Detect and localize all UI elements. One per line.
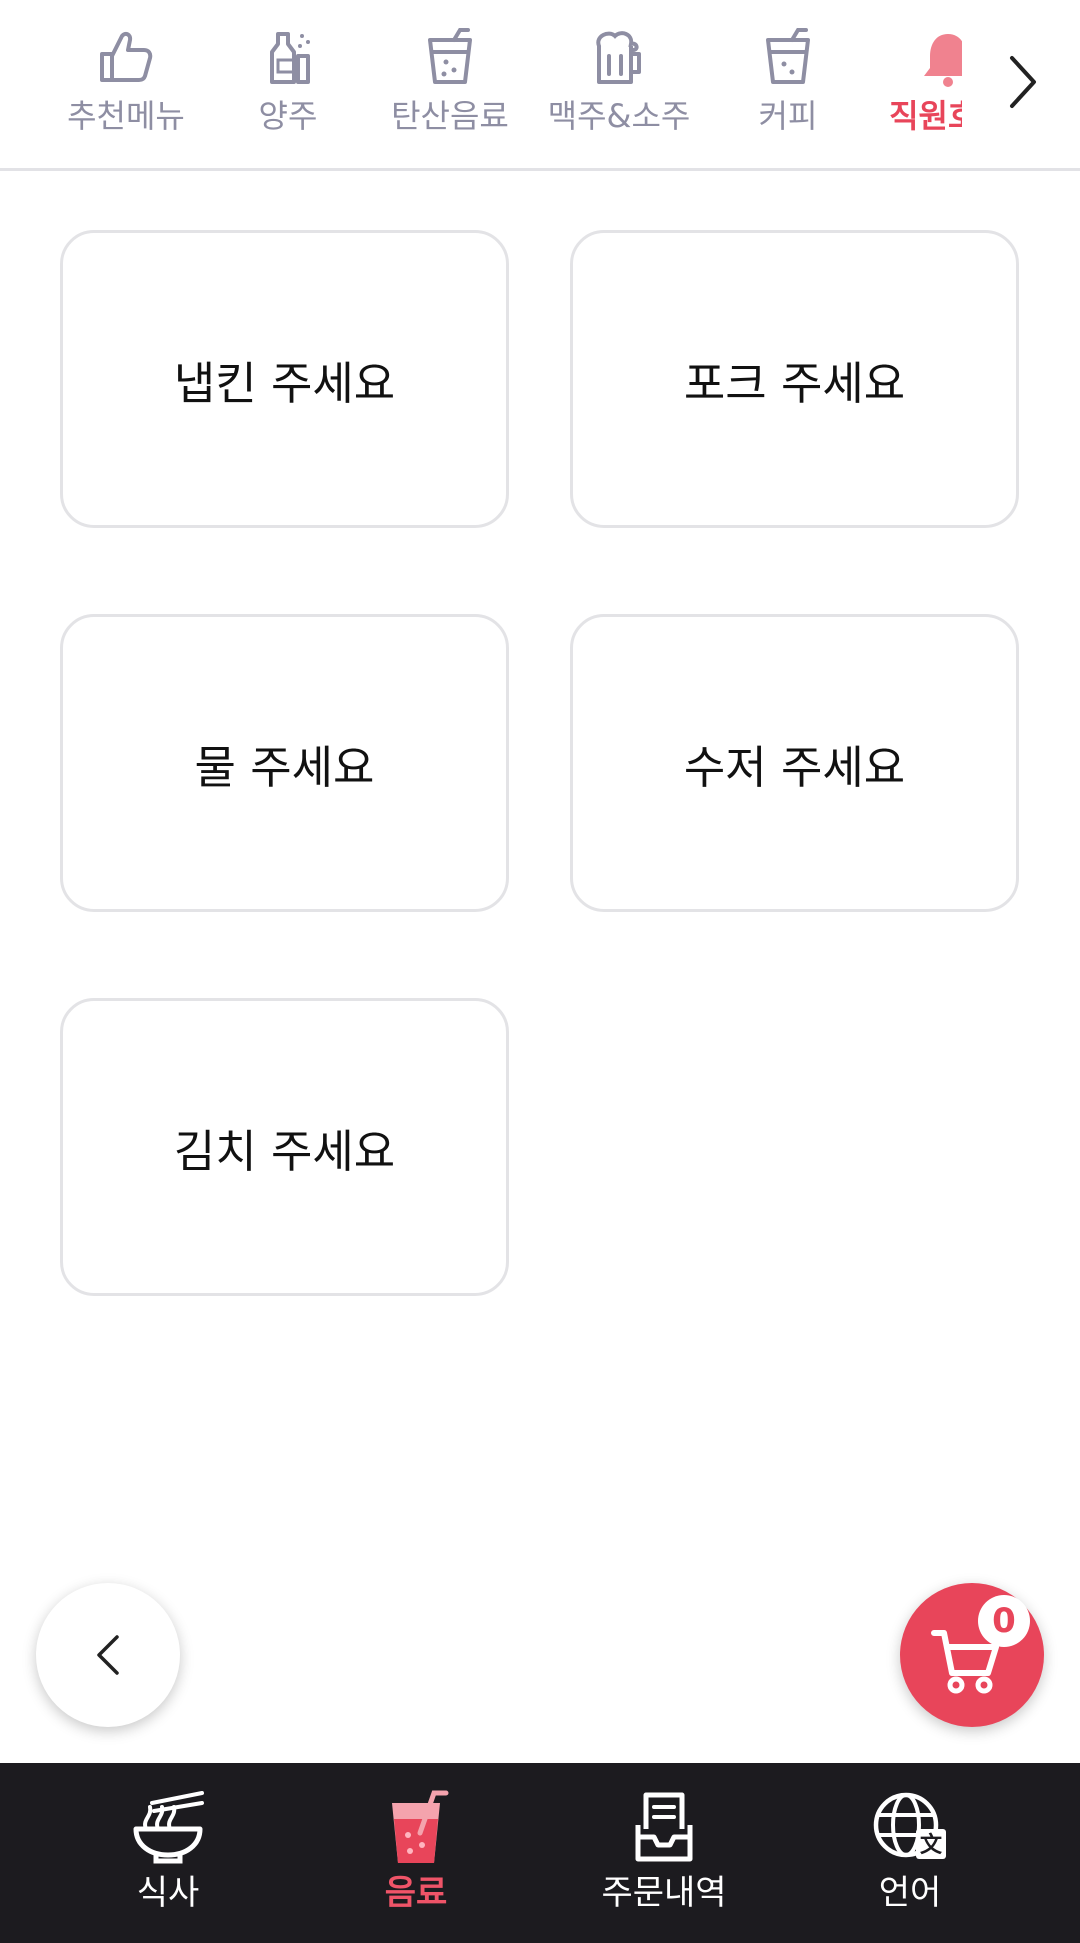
back-button[interactable]	[36, 1583, 180, 1727]
svg-text:文: 文	[920, 1832, 943, 1858]
category-label: 커피	[758, 97, 818, 135]
nav-label: 음료	[384, 1873, 448, 1913]
category-tab-coffee[interactable]: 커피	[738, 0, 838, 168]
request-label: 수저 주세요	[683, 740, 906, 794]
chevron-right-icon	[1010, 56, 1036, 108]
request-card-fork[interactable]: 포크 주세요	[570, 230, 1019, 528]
soda-cup-icon	[428, 28, 472, 84]
category-strip[interactable]: 추천메뉴 양주 탄산음료 맥주&소주 커피 직원	[0, 0, 962, 168]
request-label: 물 주세요	[194, 740, 375, 794]
request-card-napkin[interactable]: 냅킨 주세요	[60, 230, 509, 528]
request-card-cutlery[interactable]: 수저 주세요	[570, 614, 1019, 912]
nav-item-order-history[interactable]: 주문내역	[564, 1763, 764, 1943]
nav-label: 주문내역	[601, 1873, 727, 1913]
category-label: 추천메뉴	[67, 97, 185, 135]
thumbs-up-icon	[100, 31, 153, 82]
nav-item-meal[interactable]: 식사	[68, 1763, 268, 1943]
category-tab-liquor[interactable]: 양주	[238, 0, 338, 168]
request-label: 냅킨 주세요	[173, 356, 396, 410]
request-label: 김치 주세요	[173, 1124, 396, 1178]
category-label: 양주	[258, 97, 318, 135]
nav-item-drinks[interactable]: 음료	[316, 1763, 516, 1943]
category-bar: 추천메뉴 양주 탄산음료 맥주&소주 커피 직원	[0, 0, 1080, 171]
category-tab-soda[interactable]: 탄산음료	[382, 0, 518, 168]
category-label: 맥주&소주	[547, 97, 691, 135]
category-tab-recommended[interactable]: 추천메뉴	[58, 0, 194, 168]
beer-mug-icon	[596, 31, 641, 84]
category-tab-staff-call[interactable]: 직원호출	[878, 0, 962, 168]
liquor-bottle-icon	[270, 32, 310, 84]
nav-item-language[interactable]: 文 언어	[810, 1763, 1010, 1943]
noodle-bowl-icon	[133, 1791, 204, 1864]
category-tab-beer-soju[interactable]: 맥주&소주	[544, 0, 694, 168]
category-next-button[interactable]	[990, 46, 1054, 118]
nav-label: 언어	[878, 1873, 942, 1913]
request-label: 포크 주세요	[683, 356, 906, 410]
nav-label: 식사	[136, 1873, 200, 1913]
bottom-nav: 식사 음료 주문내역 文 언어	[0, 1763, 1080, 1943]
request-card-kimchi[interactable]: 김치 주세요	[60, 998, 509, 1296]
drink-cup-icon	[392, 1790, 449, 1863]
cart-count-badge: 0	[978, 1595, 1030, 1647]
request-card-water[interactable]: 물 주세요	[60, 614, 509, 912]
globe-translate-icon: 文	[873, 1792, 946, 1859]
coffee-cup-icon	[766, 28, 810, 84]
chevron-left-icon	[97, 1635, 119, 1675]
category-label: 탄산음료	[391, 97, 509, 135]
bell-icon	[924, 34, 962, 87]
order-tray-icon	[635, 1792, 693, 1862]
cart-button[interactable]: 0	[900, 1583, 1044, 1727]
category-label: 직원호출	[889, 97, 962, 135]
